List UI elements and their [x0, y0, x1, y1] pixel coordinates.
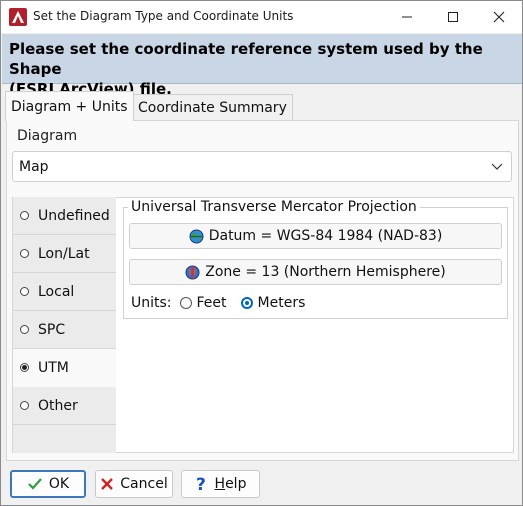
- instruction-banner: Please set the coordinate reference syst…: [2, 34, 522, 98]
- radio-local[interactable]: Local: [13, 273, 117, 311]
- diagram-label: Diagram: [17, 128, 78, 144]
- radio-utm[interactable]: UTM: [13, 349, 117, 387]
- datum-button[interactable]: Datum = WGS-84 1984 (NAD-83): [129, 223, 502, 249]
- cancel-label: Cancel: [120, 476, 168, 492]
- feet-radio[interactable]: [179, 297, 192, 309]
- radio-circle: [20, 287, 29, 296]
- coordinate-type-list: Undefined Lon/Lat Local SPC UTM Other: [12, 197, 117, 453]
- tab-diagram-units[interactable]: Diagram + Units: [5, 91, 134, 121]
- minimize-icon: [402, 16, 412, 18]
- radio-label: SPC: [38, 321, 66, 338]
- zone-button[interactable]: Zone = 13 (Northern Hemisphere): [129, 259, 502, 285]
- ok-button[interactable]: OK: [10, 470, 86, 498]
- window-title: Set the Diagram Type and Coordinate Unit…: [33, 9, 294, 23]
- radio-circle: [20, 325, 29, 334]
- ok-label: OK: [48, 476, 70, 492]
- tab-coordinate-summary[interactable]: Coordinate Summary: [132, 94, 293, 120]
- help-button[interactable]: ? Help: [181, 470, 260, 498]
- radio-circle: [20, 249, 29, 258]
- maximize-icon: [448, 12, 458, 22]
- help-label: Help: [214, 476, 247, 492]
- radio-undefined[interactable]: Undefined: [13, 197, 117, 235]
- checkmark-icon: [27, 477, 43, 491]
- diagram-select[interactable]: Map: [12, 151, 512, 182]
- meters-radio[interactable]: [240, 297, 253, 309]
- dialog-window: Set the Diagram Type and Coordinate Unit…: [0, 0, 523, 506]
- close-icon: [493, 11, 505, 23]
- feet-label: Feet: [196, 295, 227, 311]
- radio-other[interactable]: Other: [13, 387, 117, 425]
- datum-label: Datum = WGS-84 1984 (NAD-83): [208, 228, 443, 244]
- radio-label: Undefined: [38, 207, 110, 224]
- units-row: Units: Feet Meters: [131, 293, 305, 313]
- globe-icon: [189, 229, 204, 244]
- close-button[interactable]: [476, 1, 522, 33]
- title-bar: Set the Diagram Type and Coordinate Unit…: [1, 1, 522, 33]
- zone-globe-icon: [185, 265, 200, 280]
- zone-label: Zone = 13 (Northern Hemisphere): [205, 264, 446, 280]
- cancel-button[interactable]: Cancel: [95, 470, 173, 498]
- radio-lonlat[interactable]: Lon/Lat: [13, 235, 117, 273]
- radio-spc[interactable]: SPC: [13, 311, 117, 349]
- radio-label: UTM: [38, 359, 69, 376]
- radio-circle-checked: [20, 363, 29, 372]
- minimize-button[interactable]: [384, 1, 430, 33]
- radio-circle: [20, 401, 29, 410]
- radio-label: Other: [38, 397, 78, 414]
- radio-label: Lon/Lat: [38, 245, 90, 262]
- chevron-down-icon: [491, 163, 503, 170]
- radio-circle: [20, 211, 29, 220]
- red-x-icon: [100, 477, 114, 491]
- units-label: Units:: [131, 295, 172, 311]
- utm-group-title: Universal Transverse Mercator Projection: [128, 199, 420, 215]
- question-mark-icon: ?: [195, 475, 209, 493]
- diagram-select-value: Map: [19, 158, 49, 175]
- svg-text:?: ?: [196, 475, 206, 493]
- radio-label: Local: [38, 283, 75, 300]
- meters-label: Meters: [257, 295, 306, 311]
- maximize-button[interactable]: [430, 1, 476, 33]
- banner-line-1: Please set the coordinate reference syst…: [9, 40, 483, 78]
- app-logo-icon: [9, 8, 27, 26]
